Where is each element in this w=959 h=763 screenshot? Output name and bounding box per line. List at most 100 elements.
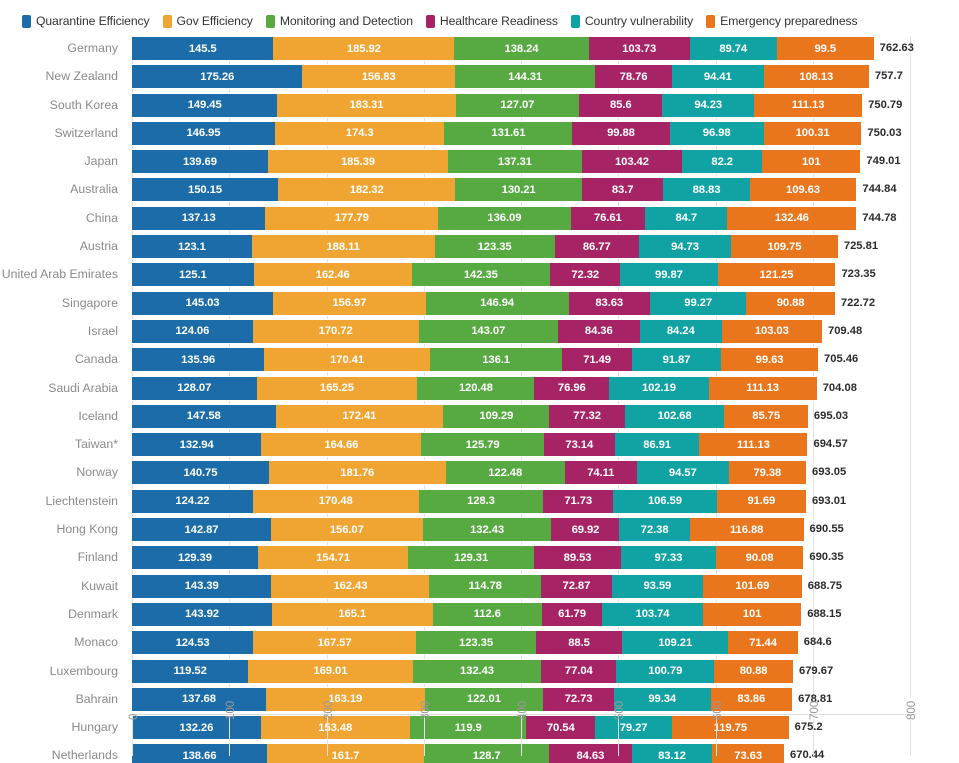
bar-segment[interactable]: 103.03 xyxy=(721,318,822,344)
bar-segment[interactable]: 103.74 xyxy=(602,601,703,627)
stacked-bar[interactable]: 128.07 165.25 120.48 76.96 102.19 111.13 xyxy=(132,375,817,401)
bar-segment[interactable]: 76.61 xyxy=(570,205,646,231)
bar-segment[interactable]: 83.7 xyxy=(581,177,664,203)
bar-segment[interactable]: 108.13 xyxy=(763,64,869,90)
bar-row[interactable]: South Korea 149.45 183.31 127.07 85.6 94.23 11… xyxy=(0,92,959,118)
bar-segment[interactable]: 132.43 xyxy=(412,658,542,684)
bar-row[interactable]: Finland 129.39 154.71 129.31 89.53 97.33 90.08… xyxy=(0,545,959,571)
bar-segment[interactable]: 112.6 xyxy=(432,601,542,627)
bar-segment[interactable]: 102.19 xyxy=(609,375,709,401)
bar-segment[interactable]: 188.11 xyxy=(251,234,435,260)
stacked-bar[interactable]: 145.5 185.92 138.24 103.73 89.74 99.5 xyxy=(132,36,874,61)
bar-segment[interactable]: 106.59 xyxy=(613,488,717,514)
stacked-bar[interactable]: 129.39 154.71 129.31 89.53 97.33 90.08 xyxy=(132,545,804,571)
bar-segment[interactable]: 83.63 xyxy=(568,290,650,316)
bar-segment[interactable]: 140.75 xyxy=(132,460,269,486)
bar-segment[interactable]: 94.57 xyxy=(636,460,729,486)
bar-segment[interactable]: 136.1 xyxy=(429,347,563,373)
bar-segment[interactable]: 99.87 xyxy=(620,262,718,288)
bar-segment[interactable]: 84.24 xyxy=(639,318,722,344)
bar-segment[interactable]: 143.92 xyxy=(132,601,272,627)
bar-segment[interactable]: 169.01 xyxy=(248,658,413,684)
bar-segment[interactable]: 73.14 xyxy=(543,432,615,458)
bar-segment[interactable]: 150.15 xyxy=(132,177,279,203)
bar-row[interactable]: Hong Kong 142.87 156.07 132.43 69.92 72.38 116… xyxy=(0,517,959,543)
bar-segment[interactable]: 103.42 xyxy=(581,149,683,175)
bar-row[interactable]: Kuwait 143.39 162.43 114.78 72.87 93.59 101.69… xyxy=(0,573,959,599)
bar-segment[interactable]: 164.66 xyxy=(261,432,422,458)
stacked-bar[interactable]: 140.75 181.76 122.48 74.11 94.57 79.38 xyxy=(132,460,806,486)
bar-row[interactable]: Japan 139.69 185.39 137.31 103.42 82.2 101 749.… xyxy=(0,149,959,175)
bar-segment[interactable]: 174.3 xyxy=(274,120,445,146)
bar-segment[interactable]: 163.19 xyxy=(265,686,425,712)
bar-segment[interactable]: 165.1 xyxy=(271,601,433,627)
bar-segment[interactable]: 129.39 xyxy=(132,545,258,571)
bar-segment[interactable]: 128.3 xyxy=(418,488,544,514)
bar-segment[interactable]: 167.57 xyxy=(253,630,417,656)
bar-segment[interactable]: 125.79 xyxy=(421,432,544,458)
stacked-bar[interactable]: 124.22 170.48 128.3 71.73 106.59 91.69 xyxy=(132,488,806,514)
bar-row[interactable]: China 137.13 177.79 136.09 76.61 84.7 132.46 74… xyxy=(0,205,959,231)
bar-segment[interactable]: 111.13 xyxy=(708,375,817,401)
bar-segment[interactable]: 147.58 xyxy=(132,403,276,429)
stacked-bar[interactable]: 143.39 162.43 114.78 72.87 93.59 101.69 xyxy=(132,573,802,599)
bar-segment[interactable]: 170.41 xyxy=(264,347,430,373)
bar-segment[interactable]: 74.11 xyxy=(564,460,637,486)
bar-row[interactable]: Germany 145.5 185.92 138.24 103.73 89.74 99.5 7… xyxy=(0,36,959,61)
bar-segment[interactable]: 101 xyxy=(702,601,802,627)
bar-segment[interactable]: 124.53 xyxy=(132,630,254,656)
bar-segment[interactable]: 154.71 xyxy=(257,545,409,571)
bar-segment[interactable]: 109.29 xyxy=(443,403,550,429)
bar-segment[interactable]: 109.21 xyxy=(622,630,729,656)
bar-segment[interactable]: 86.77 xyxy=(554,234,639,260)
bar-row[interactable]: New Zealand 175.26 156.83 144.31 78.76 94.41 1… xyxy=(0,64,959,90)
bar-segment[interactable]: 172.41 xyxy=(275,403,444,429)
legend-item[interactable]: Country vulnerability xyxy=(570,14,693,28)
stacked-bar[interactable]: 125.1 162.46 142.35 72.32 99.87 121.25 xyxy=(132,262,836,288)
bar-segment[interactable]: 143.39 xyxy=(132,573,272,599)
bar-segment[interactable]: 156.07 xyxy=(270,517,423,543)
bar-segment[interactable]: 102.68 xyxy=(624,403,725,429)
bar-segment[interactable]: 136.09 xyxy=(438,205,571,231)
bar-segment[interactable]: 142.35 xyxy=(411,262,551,288)
bar-segment[interactable]: 162.46 xyxy=(253,262,412,288)
bar-segment[interactable]: 139.69 xyxy=(132,149,268,175)
bar-segment[interactable]: 72.73 xyxy=(543,686,614,712)
bar-segment[interactable]: 123.35 xyxy=(434,234,555,260)
bar-segment[interactable]: 109.63 xyxy=(749,177,857,203)
legend-item[interactable]: Quarantine Efficiency xyxy=(22,14,150,28)
bar-segment[interactable]: 85.6 xyxy=(579,92,663,118)
bar-segment[interactable]: 72.38 xyxy=(619,517,690,543)
bar-segment[interactable]: 88.83 xyxy=(663,177,750,203)
bar-segment[interactable]: 86.91 xyxy=(614,432,700,458)
bar-segment[interactable]: 85.75 xyxy=(724,403,808,429)
bar-segment[interactable]: 77.32 xyxy=(549,403,625,429)
bar-segment[interactable]: 69.92 xyxy=(551,517,620,543)
bar-segment[interactable]: 99.63 xyxy=(721,347,818,373)
stacked-bar[interactable]: 132.94 164.66 125.79 73.14 86.91 111.13 xyxy=(132,432,808,458)
stacked-bar[interactable]: 175.26 156.83 144.31 78.76 94.41 108.13 xyxy=(132,64,869,90)
bar-segment[interactable]: 100.79 xyxy=(616,658,715,684)
bar-segment[interactable]: 84.7 xyxy=(645,205,728,231)
bar-segment[interactable]: 138.24 xyxy=(454,36,589,61)
bar-segment[interactable]: 146.94 xyxy=(425,290,569,316)
bar-segment[interactable]: 89.53 xyxy=(534,545,622,571)
bar-segment[interactable]: 170.48 xyxy=(252,488,419,514)
stacked-bar[interactable]: 139.69 185.39 137.31 103.42 82.2 101 xyxy=(132,149,861,175)
bar-segment[interactable]: 103.73 xyxy=(588,36,690,61)
stacked-bar[interactable]: 143.92 165.1 112.6 61.79 103.74 101 xyxy=(132,601,802,627)
stacked-bar[interactable]: 149.45 183.31 127.07 85.6 94.23 111.13 xyxy=(132,92,863,118)
bar-segment[interactable]: 156.97 xyxy=(273,290,426,316)
legend-item[interactable]: Healthcare Readiness xyxy=(425,14,558,28)
bar-segment[interactable]: 72.87 xyxy=(541,573,612,599)
bar-row[interactable]: Luxembourg 119.52 169.01 132.43 77.04 100.79 8… xyxy=(0,658,959,684)
bar-segment[interactable]: 132.43 xyxy=(422,517,552,543)
bar-segment[interactable]: 91.69 xyxy=(716,488,806,514)
bar-row[interactable]: Saudi Arabia 128.07 165.25 120.48 76.96 102.1… xyxy=(0,375,959,401)
bar-row[interactable]: Australia 150.15 182.32 130.21 83.7 88.83 109.… xyxy=(0,177,959,203)
bar-segment[interactable]: 79.38 xyxy=(728,460,806,486)
bar-segment[interactable]: 93.59 xyxy=(611,573,703,599)
bar-segment[interactable]: 78.76 xyxy=(595,64,672,90)
bar-segment[interactable]: 145.5 xyxy=(132,36,274,61)
bar-row[interactable]: Taiwan* 132.94 164.66 125.79 73.14 86.91 111.1… xyxy=(0,432,959,458)
